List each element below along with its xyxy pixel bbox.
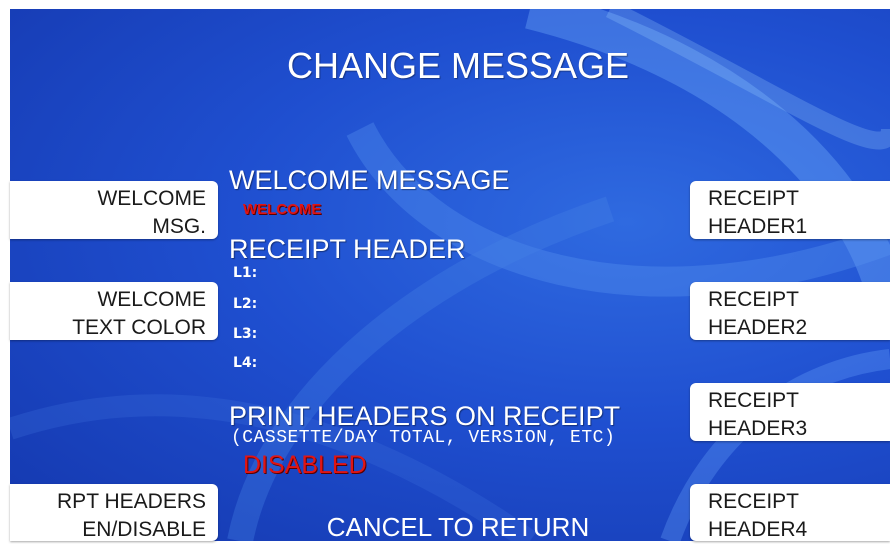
rpt-headers-toggle-button[interactable]: RPT HEADERS EN/DISABLE	[10, 484, 218, 541]
atm-screen: CHANGE MESSAGE	[10, 9, 890, 541]
receipt-header1-button[interactable]: RECEIPT HEADER1	[690, 181, 890, 239]
welcome-message-heading: WELCOME MESSAGE	[229, 165, 510, 195]
receipt-header3-button[interactable]: RECEIPT HEADER3	[690, 383, 890, 441]
receipt-line-1-label: L1:	[233, 265, 258, 281]
receipt-header1-button-line1: RECEIPT	[708, 187, 800, 210]
receipt-header3-button-line2: HEADER3	[708, 417, 808, 440]
receipt-header2-button-line2: HEADER2	[708, 316, 808, 339]
welcome-text-color-button-line2: TEXT COLOR	[72, 316, 206, 339]
welcome-msg-button-line1: WELCOME	[97, 187, 206, 210]
receipt-header4-button-line1: RECEIPT	[708, 490, 800, 513]
rpt-headers-toggle-button-line1: RPT HEADERS	[57, 490, 206, 513]
receipt-header1-button-line2: HEADER1	[708, 215, 808, 238]
welcome-msg-button-line2: MSG.	[152, 215, 206, 238]
welcome-message-value: WELCOME	[243, 201, 322, 218]
background-swirl	[10, 9, 890, 541]
receipt-header-heading: RECEIPT HEADER	[229, 234, 466, 264]
receipt-header2-button-line1: RECEIPT	[708, 288, 800, 311]
receipt-header4-button-line2: HEADER4	[708, 518, 808, 541]
welcome-text-color-button-line1: WELCOME	[97, 288, 206, 311]
page-title: CHANGE MESSAGE	[286, 45, 630, 86]
print-headers-subtext: (CASSETTE/DAY TOTAL, VERSION, ETC)	[231, 428, 616, 448]
rpt-headers-toggle-button-line2: EN/DISABLE	[82, 518, 206, 541]
receipt-header4-button[interactable]: RECEIPT HEADER4	[690, 484, 890, 541]
receipt-header3-button-line1: RECEIPT	[708, 389, 800, 412]
welcome-msg-button[interactable]: WELCOME MSG.	[10, 181, 218, 239]
receipt-line-3-label: L3:	[233, 326, 258, 342]
receipt-line-4-label: L4:	[233, 355, 258, 371]
print-headers-status: DISABLED	[243, 451, 367, 479]
receipt-header2-button[interactable]: RECEIPT HEADER2	[690, 282, 890, 340]
welcome-text-color-button[interactable]: WELCOME TEXT COLOR	[10, 282, 218, 340]
receipt-line-2-label: L2:	[233, 296, 258, 312]
